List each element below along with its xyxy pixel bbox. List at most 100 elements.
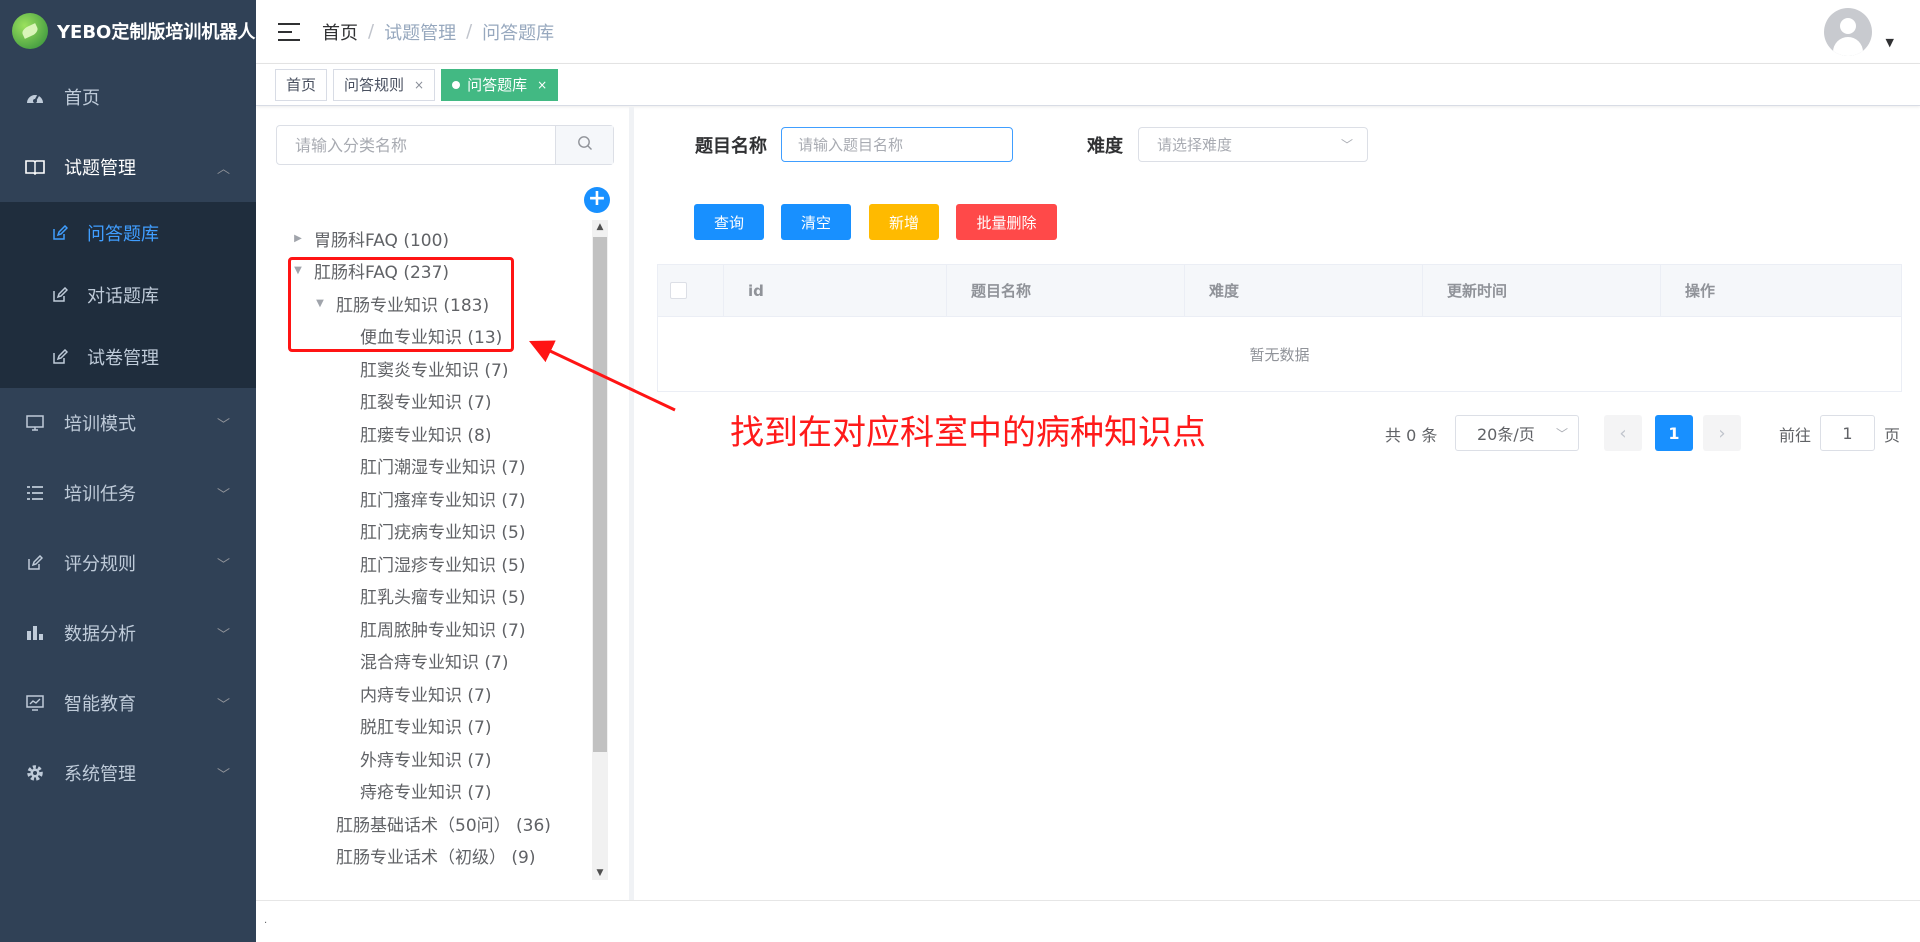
avatar[interactable] (1824, 8, 1872, 56)
batch-delete-button[interactable]: 批量删除 (956, 204, 1057, 240)
tree-node-label: 肛周脓肿专业知识 (7) (360, 620, 526, 641)
tree-node[interactable]: 肛门疣病专业知识 (5) (256, 515, 591, 548)
difficulty-label: 难度 (1087, 136, 1123, 157)
sidebar-item-system-management[interactable]: 系统管理 ﹀ (0, 738, 256, 808)
list-icon (24, 485, 46, 501)
tree-node[interactable]: 肛肠基础话术（50问） (36) (256, 807, 591, 840)
chevron-down-icon: ﹀ (217, 487, 231, 503)
next-page-button[interactable]: › (1703, 415, 1741, 451)
tag-qa-rules[interactable]: 问答规则 × (333, 68, 436, 101)
tree-scrollbar[interactable]: ▲ ▼ (592, 220, 608, 880)
caret-down-icon[interactable]: ▼ (290, 265, 306, 276)
scroll-down-icon[interactable]: ▼ (592, 868, 608, 878)
tree-node-label: 肛肠专业知识 (183) (336, 295, 490, 316)
tree-node-label: 混合痔专业知识 (7) (360, 653, 509, 674)
tree-node[interactable]: 外痔专业知识 (7) (256, 742, 591, 775)
book-icon (24, 159, 46, 175)
tree-node[interactable]: ▼ 肛肠科FAQ (237) (256, 255, 591, 288)
annotation-text: 找到在对应科室中的病种知识点 (730, 413, 1206, 453)
chevron-down-icon: ﹀ (217, 417, 231, 433)
edit-icon (50, 225, 70, 241)
search-button[interactable] (555, 126, 613, 164)
chevron-down-icon: ﹀ (1555, 427, 1568, 441)
tree-node-label: 肛肠专业话术（初级） (9) (336, 848, 536, 869)
tree-node[interactable]: 混合痔专业知识 (7) (256, 645, 591, 678)
tree-node[interactable]: 肛窦炎专业知识 (7) (256, 352, 591, 385)
sidebar-item-home[interactable]: 首页 (0, 62, 256, 132)
navbar: 首页 / 试题管理 / 问答题库 ▼ (256, 0, 1920, 64)
caret-down-icon[interactable]: ▼ (312, 298, 328, 309)
tree-node-label: 肛乳头瘤专业知识 (5) (360, 588, 526, 609)
tree-node-label: 脱肛专业知识 (7) (360, 718, 492, 739)
sidebar-item-dialog-bank[interactable]: 对话题库 (0, 264, 256, 326)
tree-node[interactable]: 痔疮专业知识 (7) (256, 775, 591, 808)
column-header-name: 题目名称 (947, 265, 1185, 316)
tree-node[interactable]: 肛裂专业知识 (7) (256, 385, 591, 418)
tree-node[interactable]: 肛周脓肿专业知识 (7) (256, 612, 591, 645)
tree-node[interactable]: 肛门潮湿专业知识 (7) (256, 450, 591, 483)
tree-node[interactable]: 肛门瘙痒专业知识 (7) (256, 482, 591, 515)
hamburger-menu-icon[interactable] (278, 22, 300, 41)
sidebar-item-training-tasks[interactable]: 培训任务 ﹀ (0, 458, 256, 528)
tree-node[interactable]: ▶ 胃肠科FAQ (100) (256, 222, 591, 255)
page-size-select[interactable]: 20条/页 ﹀ (1455, 415, 1579, 451)
app-logo[interactable]: YEBO定制版培训机器人 (0, 0, 256, 62)
sidebar-item-smart-education[interactable]: 智能教育 ﹀ (0, 668, 256, 738)
caret-right-icon[interactable]: ▶ (290, 233, 306, 244)
sidebar-item-exam-management[interactable]: 试题管理 ︿ (0, 132, 256, 202)
chevron-down-icon: ﹀ (217, 627, 231, 643)
caret-down-icon[interactable]: ▼ (1886, 36, 1894, 49)
monitor-icon (24, 415, 46, 431)
sidebar-item-qa-bank[interactable]: 问答题库 (0, 202, 256, 264)
question-name-input[interactable] (781, 127, 1013, 162)
tree-node[interactable]: 肛瘘专业知识 (8) (256, 417, 591, 450)
sidebar-item-label: 培训模式 (64, 414, 136, 435)
tree-node[interactable]: 肛乳头瘤专业知识 (5) (256, 580, 591, 613)
sidebar-item-training-mode[interactable]: 培训模式 ﹀ (0, 388, 256, 458)
add-category-button[interactable]: + (584, 187, 610, 213)
tree-node-label: 肛门潮湿专业知识 (7) (360, 458, 526, 479)
app-title: YEBO定制版培训机器人 (57, 22, 256, 43)
sidebar-item-data-analysis[interactable]: 数据分析 ﹀ (0, 598, 256, 668)
difficulty-select[interactable]: 请选择难度 ﹀ (1138, 127, 1368, 162)
close-icon[interactable]: × (537, 78, 547, 92)
tree-node[interactable]: ▼ 肛肠专业知识 (183) (256, 287, 591, 320)
tree-node[interactable]: 肛门湿疹专业知识 (5) (256, 547, 591, 580)
column-header-actions: 操作 (1685, 282, 1716, 300)
sidebar: YEBO定制版培训机器人 首页 试题管理 ︿ 问答题库 对话题库 试卷管理 培训… (0, 0, 256, 942)
page-number-button[interactable]: 1 (1655, 415, 1693, 451)
scrollbar-thumb[interactable] (593, 237, 607, 752)
chevron-down-icon: ﹀ (217, 557, 231, 573)
pagination-total: 共 0 条 (1385, 426, 1438, 445)
column-header-updated: 更新时间 (1423, 265, 1661, 316)
sidebar-item-scoring-rules[interactable]: 评分规则 ﹀ (0, 528, 256, 598)
tree-node-label: 肛门瘙痒专业知识 (7) (360, 490, 526, 511)
add-button[interactable]: 新增 (869, 204, 939, 240)
scroll-up-icon[interactable]: ▲ (592, 222, 608, 232)
breadcrumb: 首页 / 试题管理 / 问答题库 (322, 19, 554, 45)
tag-qa-bank[interactable]: 问答题库 × (441, 68, 559, 101)
goto-page-input[interactable] (1820, 415, 1875, 451)
tree-node[interactable]: 便血专业知识 (13) (256, 320, 591, 353)
select-all-cell (658, 265, 724, 316)
breadcrumb-item-home[interactable]: 首页 (322, 19, 358, 45)
edit-icon (50, 287, 70, 303)
sidebar-item-label: 试题管理 (64, 158, 136, 179)
category-tree-panel: + ▶ 胃肠科FAQ (100) ▼ 肛肠科FAQ (237) ▼ 肛肠专业知识 (183… (256, 107, 634, 900)
chevron-down-icon: ﹀ (217, 767, 231, 783)
breadcrumb-separator: / (466, 21, 473, 42)
sidebar-item-paper-management[interactable]: 试卷管理 (0, 326, 256, 388)
close-icon[interactable]: × (414, 78, 424, 92)
clear-button[interactable]: 清空 (781, 204, 851, 240)
tree-node[interactable]: 脱肛专业知识 (7) (256, 710, 591, 743)
tree-node[interactable]: 肛肠专业话术（初级） (9) (256, 840, 591, 873)
prev-page-button[interactable]: ‹ (1604, 415, 1642, 451)
query-button[interactable]: 查询 (694, 204, 764, 240)
select-all-checkbox[interactable] (670, 282, 687, 299)
category-search (276, 125, 614, 165)
tag-label: 问答规则 (344, 76, 405, 94)
tree-node-label: 肛裂专业知识 (7) (360, 393, 492, 414)
category-search-input[interactable] (277, 126, 555, 164)
tree-node[interactable]: 内痔专业知识 (7) (256, 677, 591, 710)
tag-home[interactable]: 首页 (275, 68, 328, 101)
